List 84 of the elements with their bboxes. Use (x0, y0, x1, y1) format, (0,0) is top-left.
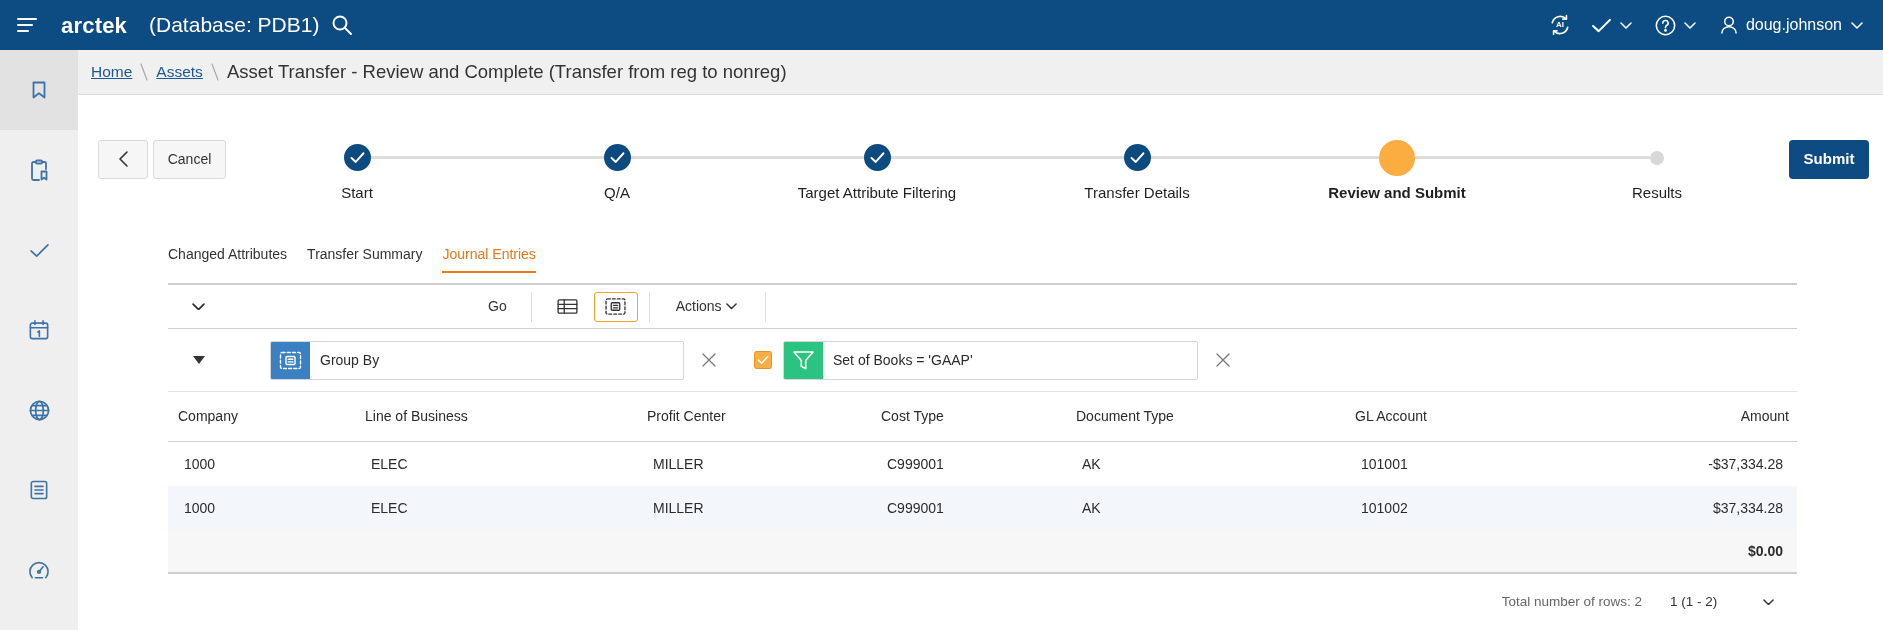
table-cell-text: 1000 (183, 498, 216, 518)
step-label: Target Attribute Filtering (797, 182, 957, 203)
search-icon (332, 15, 353, 35)
column-header: Cost Type (880, 407, 944, 426)
breadcrumb-separator-icon (210, 62, 219, 81)
close-icon (1216, 353, 1230, 367)
filter-chip[interactable]: Set of Books = 'GAAP' (783, 340, 1198, 380)
table-cell-text: ELEC (370, 498, 408, 518)
menu-button[interactable] (17, 18, 37, 32)
step-label: Transfer Details (1084, 182, 1190, 203)
database-label: (Database: PDB1) (149, 12, 320, 39)
breadcrumb-link[interactable]: Home (91, 60, 133, 84)
actions-menu-button[interactable]: Actions (663, 291, 749, 322)
go-button[interactable]: Go (478, 291, 517, 322)
chevron-down-icon (1619, 21, 1632, 29)
check-icon (28, 242, 50, 258)
table-cell-text: C999001 (886, 498, 944, 518)
back-button[interactable] (98, 139, 148, 179)
table-cell-text: 101001 (1360, 454, 1408, 474)
column-header: Document Type (1075, 407, 1174, 426)
table-cell-text: C999001 (886, 454, 944, 474)
chevron-down-icon (1763, 598, 1774, 606)
table-cell-text: -$37,334.28 (1708, 454, 1784, 474)
submit-button[interactable]: Submit (1789, 139, 1869, 179)
page-select[interactable]: 1 (1 - 2) (1662, 587, 1780, 617)
cancel-button[interactable]: Cancel (153, 139, 226, 179)
table-cell-text: 101002 (1360, 498, 1408, 518)
table-cell-text: MILLER (652, 454, 704, 474)
globe-icon (28, 399, 50, 421)
step-label: Q/A (604, 182, 630, 203)
clipboard-icon (30, 159, 48, 181)
step-label: Results (1632, 182, 1682, 203)
table-cell-text: ELEC (370, 454, 408, 474)
view-toggle-button[interactable] (593, 291, 638, 322)
table-cell-text: AK (1081, 454, 1101, 474)
page-title: Asset Transfer - Review and Complete (Transfer from reg to nonreg) (226, 59, 787, 84)
search-button[interactable] (332, 15, 353, 35)
group-by-icon (605, 298, 627, 315)
list-icon (30, 480, 48, 500)
column-header: Company (177, 407, 238, 426)
breadcrumb-separator-icon (140, 62, 149, 81)
user-menu-button[interactable]: doug.johnson (1720, 13, 1863, 37)
gauge-icon (28, 560, 50, 580)
checkbox-checked-icon[interactable] (754, 351, 772, 369)
step-label: Start (341, 182, 373, 203)
table-icon (557, 299, 579, 314)
tab[interactable]: Transfer Summary (307, 244, 423, 273)
caret-down-icon[interactable] (193, 356, 205, 364)
column-header: Line of Business (364, 407, 468, 426)
help-icon (1654, 14, 1676, 36)
total-amount: $0.00 (1747, 541, 1783, 561)
chevron-down-icon (1851, 21, 1863, 29)
ai-assistant-button[interactable]: AI (1548, 14, 1571, 36)
remove-group-button[interactable] (702, 353, 716, 367)
chevron-down-icon (725, 303, 737, 310)
column-header: Amount (1740, 407, 1790, 426)
check-icon (1590, 17, 1612, 33)
breadcrumb-link[interactable]: Assets (156, 60, 203, 84)
tab[interactable]: Changed Attributes (168, 244, 288, 273)
help-menu-button[interactable] (1654, 14, 1696, 36)
logo-text: arctek (61, 11, 128, 40)
group-by-tile-icon (271, 341, 310, 379)
menu-icon (17, 18, 37, 32)
check-menu-button[interactable] (1590, 17, 1632, 33)
close-icon (702, 353, 716, 367)
chevron-left-icon (118, 151, 128, 167)
table-cell-text: MILLER (652, 498, 704, 518)
table-cell-text: 1000 (183, 454, 216, 474)
table-cell-text: $37,334.28 (1712, 498, 1784, 518)
collapse-toggle-button[interactable] (192, 302, 205, 311)
step-label: Review and Submit (1328, 182, 1466, 203)
chevron-down-icon (1683, 21, 1696, 29)
bookmark-icon (32, 81, 46, 99)
calendar-icon (29, 320, 49, 340)
remove-filter-button[interactable] (1216, 353, 1230, 367)
user-icon (1720, 16, 1737, 34)
chevron-down-icon (192, 302, 205, 311)
row-count-text: Total number of rows: 2 (1501, 592, 1642, 611)
column-header: GL Account (1354, 407, 1427, 426)
column-header: Profit Center (646, 407, 726, 426)
circular-arrows-icon (1548, 14, 1571, 36)
funnel-tile-icon (784, 341, 823, 379)
group-by-chip[interactable]: Group By (270, 340, 684, 380)
table-cell-text: AK (1081, 498, 1101, 518)
